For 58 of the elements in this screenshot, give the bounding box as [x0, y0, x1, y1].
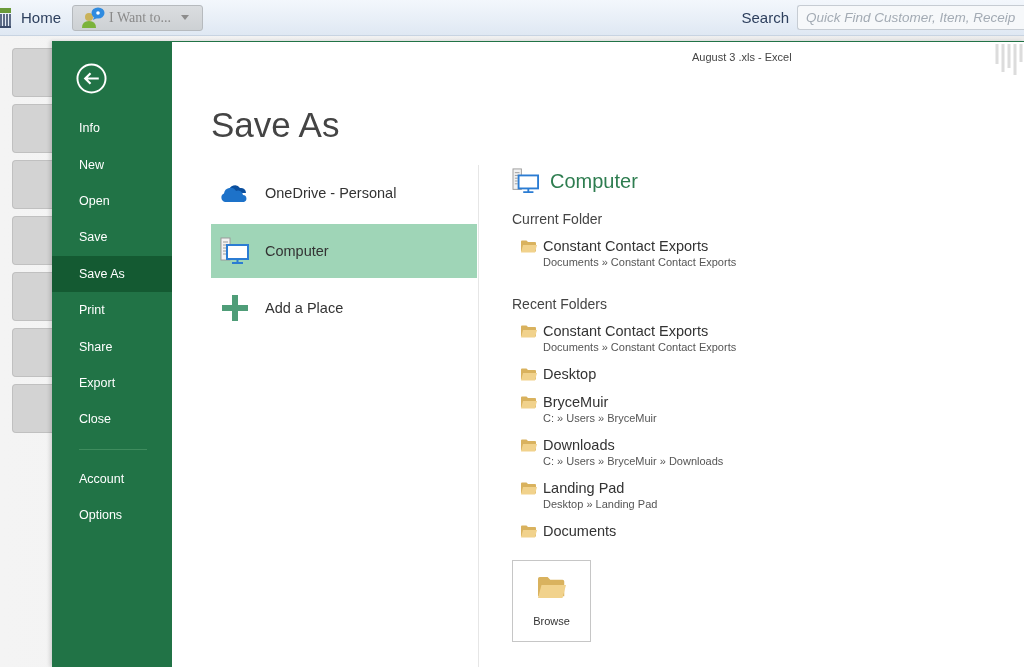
place-item[interactable]: Add a Place [211, 281, 477, 335]
folder-name[interactable]: Desktop [543, 365, 597, 383]
menu-item[interactable]: Options [52, 496, 172, 534]
background-tile [12, 384, 52, 433]
folder-path: Documents » Constant Contact Exports [543, 255, 737, 270]
folder-icon [521, 367, 537, 381]
place-item[interactable]: OneDrive - Personal [211, 166, 477, 220]
folder-path: C: » Users » BryceMuir » Downloads [543, 454, 724, 469]
folder-name[interactable]: Downloads [543, 436, 724, 454]
menu-item[interactable]: Share [52, 328, 172, 365]
folder-name[interactable]: Documents [543, 522, 617, 540]
background-tile [12, 160, 52, 209]
folder-path: C: » Users » BryceMuir [543, 411, 657, 426]
location-heading: Computer [550, 169, 638, 193]
folder-name[interactable]: Landing Pad [543, 479, 658, 497]
folder-path: Documents » Constant Contact Exports [543, 340, 737, 355]
background-tile [12, 216, 52, 265]
background-tile [12, 328, 52, 377]
background-tile [12, 272, 52, 321]
menu-item[interactable]: Export [52, 364, 172, 402]
computer-icon [220, 236, 250, 265]
back-button[interactable] [76, 63, 107, 94]
folder-name[interactable]: Constant Contact Exports [543, 237, 737, 255]
page-title: Save As [211, 104, 340, 146]
menu-item[interactable]: Save As [52, 255, 172, 292]
folder-name[interactable]: Constant Contact Exports [543, 322, 737, 340]
background-tile [12, 104, 52, 153]
menu-item[interactable]: Info [52, 110, 172, 147]
browse-button[interactable]: Browse [512, 560, 591, 642]
building-icon [0, 7, 11, 28]
menu-item[interactable]: Print [52, 291, 172, 329]
folder-icon [521, 324, 537, 338]
menu-item[interactable]: Open [52, 182, 172, 220]
place-item[interactable]: Computer [211, 223, 477, 278]
menu-item[interactable]: Save [52, 219, 172, 256]
menu-item[interactable]: Account [52, 460, 172, 497]
computer-icon [512, 168, 540, 194]
folder-icon [521, 239, 537, 253]
section-title: Current Folder [512, 210, 603, 229]
background-tile [12, 48, 52, 97]
menu-item[interactable]: Close [52, 401, 172, 438]
section-title: Recent Folders [512, 295, 607, 314]
folder-icon [521, 438, 537, 452]
search-field[interactable]: Quick Find Customer, Item, Receip [797, 5, 1024, 30]
stripes-icon [994, 42, 1024, 76]
plus-icon [222, 295, 248, 321]
menu-item[interactable]: New [52, 146, 172, 183]
folder-icon [521, 524, 537, 538]
folder-icon [521, 481, 537, 495]
caret-icon [181, 15, 189, 20]
folder-name[interactable]: BryceMuir [543, 393, 657, 411]
folder-path: Desktop » Landing Pad [543, 497, 658, 512]
person-bubble-icon [81, 6, 105, 29]
window-title: August 3 .xls - Excel [692, 51, 792, 63]
folder-icon [521, 395, 537, 409]
search-label: Search [741, 9, 789, 26]
home-link[interactable]: Home [21, 9, 61, 26]
folder-icon [537, 576, 566, 599]
